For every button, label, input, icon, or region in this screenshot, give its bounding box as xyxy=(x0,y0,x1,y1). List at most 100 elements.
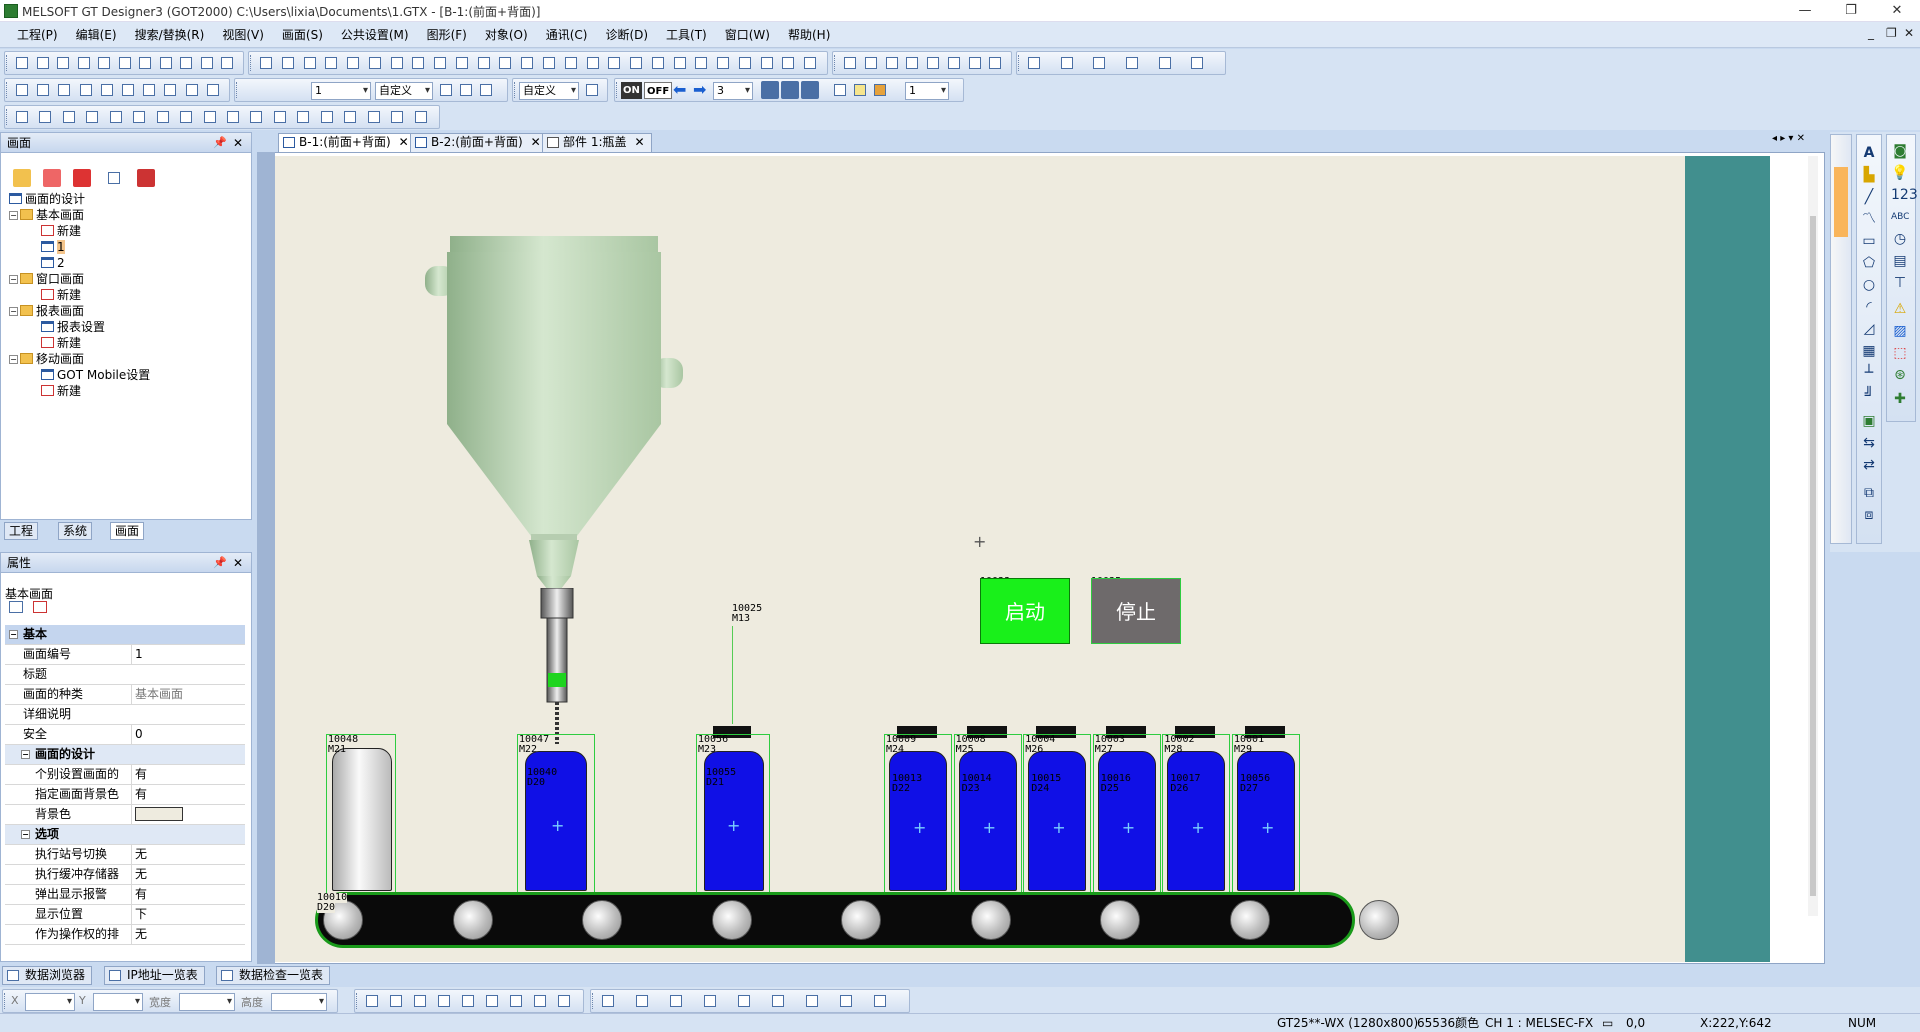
layer-front-button[interactable] xyxy=(831,81,849,99)
scale-tool-icon[interactable]: ┴ xyxy=(1860,365,1878,381)
text-tool-icon[interactable]: A xyxy=(1860,145,1878,161)
arrow-left-icon[interactable]: ⬅ xyxy=(673,80,686,99)
property-value[interactable]: 无 xyxy=(131,845,245,864)
property-value[interactable]: 无 xyxy=(131,925,245,944)
menu-item-5[interactable]: 公共设置(M) xyxy=(332,22,418,48)
width-field[interactable] xyxy=(179,993,235,1011)
tree-item-basic-2[interactable]: 2 xyxy=(41,255,65,271)
align-button-0[interactable] xyxy=(13,108,31,126)
menu-item-4[interactable]: 画面(S) xyxy=(273,22,332,48)
screen-button-2[interactable] xyxy=(301,54,319,72)
y-field[interactable] xyxy=(93,993,143,1011)
object-button-3[interactable] xyxy=(903,54,921,72)
off-state-button[interactable]: OFF xyxy=(644,82,673,99)
object-button-1[interactable] xyxy=(862,54,880,72)
edit-button-8[interactable] xyxy=(183,81,201,99)
style-button-2[interactable] xyxy=(667,992,685,1010)
screen-button-6[interactable] xyxy=(388,54,406,72)
hmi-canvas[interactable]: 10025 M13 10033 M0 启动 10035 M1 停止 + 1004… xyxy=(275,156,1685,962)
align-button-11[interactable] xyxy=(271,108,289,126)
image-tool-icon[interactable]: ▣ xyxy=(1860,413,1878,429)
arrange-button-5[interactable] xyxy=(1188,54,1206,72)
lamp-object-icon[interactable]: 💡 xyxy=(1891,165,1909,181)
align-button-8[interactable] xyxy=(201,108,219,126)
comment-button[interactable] xyxy=(781,81,799,99)
scroll-thumb[interactable] xyxy=(1810,216,1816,896)
screen-button-25[interactable] xyxy=(801,54,819,72)
screen-button-3[interactable] xyxy=(322,54,340,72)
tree-item-design[interactable]: 画面的设计 xyxy=(9,191,85,207)
tab-nav-icons[interactable]: ◂ ▸ ▾ ✕ xyxy=(1772,133,1805,144)
list-icon[interactable] xyxy=(105,169,123,187)
screen-button-18[interactable] xyxy=(649,54,667,72)
arrange-button-0[interactable] xyxy=(1025,54,1043,72)
standard-button-10[interactable] xyxy=(218,54,236,72)
property-row[interactable]: 安全 0 xyxy=(5,725,245,745)
align-button-15[interactable] xyxy=(365,108,383,126)
background-color-swatch[interactable] xyxy=(135,807,183,821)
property-row[interactable]: 标题 xyxy=(5,665,245,685)
style-button-3[interactable] xyxy=(701,992,719,1010)
edit-button-5[interactable] xyxy=(119,81,137,99)
align-button-4[interactable] xyxy=(107,108,125,126)
tree-item-basic-1[interactable]: 1 xyxy=(41,239,65,255)
align-bottom-button-0[interactable] xyxy=(363,992,381,1010)
add-object-icon[interactable]: ✚ xyxy=(1891,391,1909,407)
vertical-scrollbar[interactable] xyxy=(1808,156,1818,916)
screen-button-16[interactable] xyxy=(605,54,623,72)
property-value[interactable]: 无 xyxy=(131,865,245,884)
align-bottom-button-2[interactable] xyxy=(411,992,429,1010)
comment-object-icon[interactable]: ▤ xyxy=(1891,253,1909,269)
mdi-close-button[interactable]: ✕ xyxy=(1904,26,1914,40)
height-field[interactable] xyxy=(271,993,327,1011)
standard-button-5[interactable] xyxy=(116,54,134,72)
screen-button-13[interactable] xyxy=(540,54,558,72)
object-button-4[interactable] xyxy=(924,54,942,72)
property-value[interactable]: 有 xyxy=(131,885,245,904)
screen-button-0[interactable] xyxy=(257,54,275,72)
edit-button-7[interactable] xyxy=(161,81,179,99)
style-button-6[interactable] xyxy=(803,992,821,1010)
screen-button-19[interactable] xyxy=(671,54,689,72)
recipe-object-icon[interactable]: ▨ xyxy=(1891,323,1909,339)
piping-tool-icon[interactable]: ╝ xyxy=(1860,387,1878,403)
image-icon[interactable] xyxy=(137,169,155,187)
property-row[interactable]: 选项 − xyxy=(5,825,245,845)
screen-button-23[interactable] xyxy=(758,54,776,72)
standard-button-8[interactable] xyxy=(177,54,195,72)
chart-object-icon[interactable]: ⬚ xyxy=(1891,345,1909,361)
screen-button-1[interactable] xyxy=(279,54,297,72)
align-bottom-button-3[interactable] xyxy=(435,992,453,1010)
arrange-button-1[interactable] xyxy=(1058,54,1076,72)
property-row[interactable]: 执行缓冲存储器无 xyxy=(5,865,245,885)
screen-button-14[interactable] xyxy=(562,54,580,72)
arc-tool-icon[interactable]: ◜ xyxy=(1860,299,1878,315)
object-button-6[interactable] xyxy=(966,54,984,72)
align-button-6[interactable] xyxy=(154,108,172,126)
property-value[interactable]: 0 xyxy=(131,725,245,744)
property-row[interactable]: 基本 − xyxy=(5,625,245,645)
edit-button-9[interactable] xyxy=(204,81,222,99)
clock-object-icon[interactable]: ◷ xyxy=(1891,231,1909,247)
property-row[interactable]: 弹出显示报警 有 xyxy=(5,885,245,905)
collapse-icon[interactable]: − xyxy=(9,630,18,639)
parts-object-icon[interactable]: ⊤ xyxy=(1891,275,1909,291)
property-row[interactable]: 作为操作权的排无 xyxy=(5,925,245,945)
object-button-5[interactable] xyxy=(945,54,963,72)
arrange-button-3[interactable] xyxy=(1123,54,1141,72)
tab-b2[interactable]: B-2:(前面+背面) ✕ xyxy=(410,133,548,152)
device-button[interactable] xyxy=(761,81,779,99)
menu-item-2[interactable]: 搜索/替换(R) xyxy=(126,22,214,48)
zoom-out-button[interactable] xyxy=(457,81,475,99)
ungroup-tool-icon[interactable]: ⧈ xyxy=(1860,507,1878,523)
id-button[interactable] xyxy=(801,81,819,99)
arrange-button-4[interactable] xyxy=(1156,54,1174,72)
object-button-0[interactable] xyxy=(841,54,859,72)
align-button-2[interactable] xyxy=(60,108,78,126)
polygon-tool-icon[interactable]: ⬠ xyxy=(1860,255,1878,271)
property-value[interactable]: 下 xyxy=(131,905,245,924)
grid-button[interactable] xyxy=(583,81,601,99)
text-display-icon[interactable]: ABC xyxy=(1891,209,1909,225)
custom-select[interactable]: 自定义 xyxy=(519,82,579,100)
align-button-3[interactable] xyxy=(83,108,101,126)
